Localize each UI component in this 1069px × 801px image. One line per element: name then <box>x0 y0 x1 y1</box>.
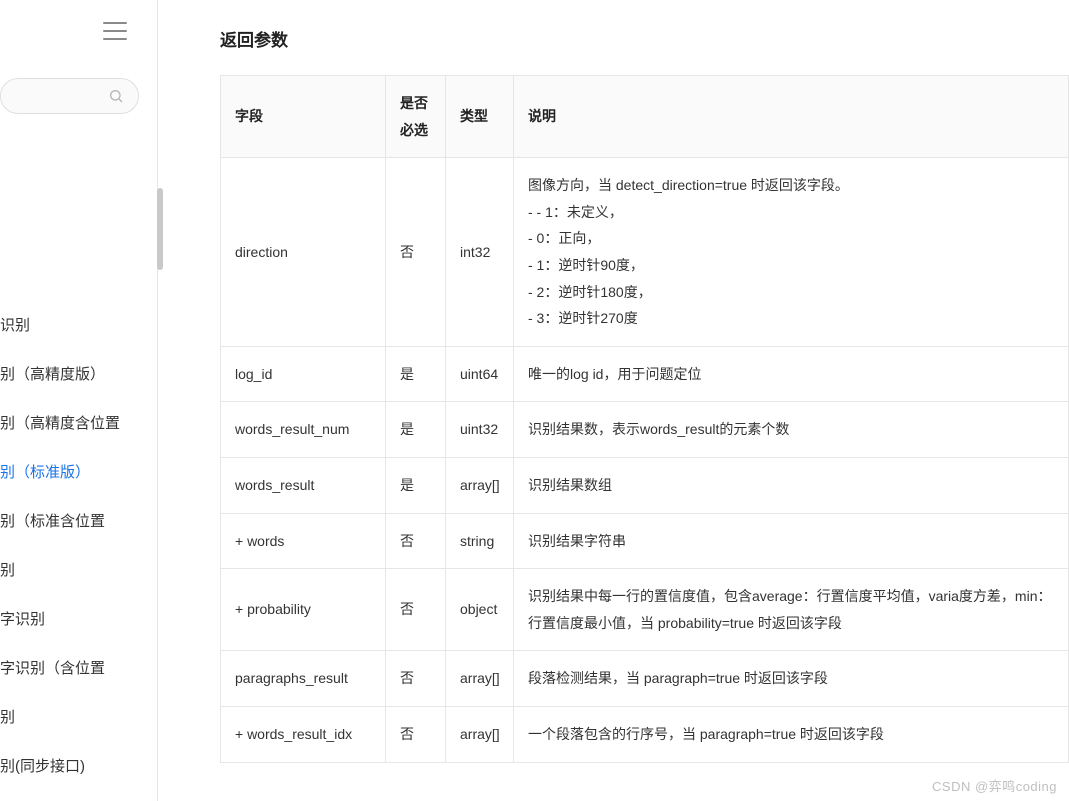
cell-desc: 一个段落包含的行序号，当 paragraph=true 时返回该字段 <box>514 706 1069 762</box>
desc-line: - - 1：未定义， <box>528 199 1054 226</box>
cell-type: array[] <box>446 706 514 762</box>
cell-desc: 识别结果数，表示words_result的元素个数 <box>514 402 1069 458</box>
cell-type: int32 <box>446 158 514 347</box>
table-row: direction否int32图像方向，当 detect_direction=t… <box>221 158 1069 347</box>
search-input[interactable] <box>0 78 139 114</box>
cell-field: + words <box>221 513 386 569</box>
cell-field: words_result <box>221 457 386 513</box>
table-body: direction否int32图像方向，当 detect_direction=t… <box>221 158 1069 762</box>
desc-line: - 2：逆时针180度， <box>528 279 1054 306</box>
desc-line: 段落检测结果，当 paragraph=true 时返回该字段 <box>528 665 1054 692</box>
sidebar-nav: 识别别（高精度版）别（高精度含位置别（标准版）别（标准含位置别字识别字识别（含位… <box>0 300 157 790</box>
cell-required: 否 <box>386 513 446 569</box>
desc-line: - 3：逆时针270度 <box>528 305 1054 332</box>
sidebar-scrollbar[interactable] <box>157 160 163 420</box>
desc-line: - 1：逆时针90度， <box>528 252 1054 279</box>
cell-type: uint32 <box>446 402 514 458</box>
table-row: + words否string 识别结果字符串 <box>221 513 1069 569</box>
sidebar-item[interactable]: 别(同步接口) <box>0 741 157 790</box>
col-desc: 说明 <box>514 76 1069 158</box>
cell-field: direction <box>221 158 386 347</box>
desc-line: 识别结果中每一行的置信度值，包含average：行置信度平均值，varia度方差… <box>528 583 1054 636</box>
cell-desc: 唯一的log id，用于问题定位 <box>514 346 1069 402</box>
sidebar: 识别别（高精度版）别（高精度含位置别（标准版）别（标准含位置别字识别字识别（含位… <box>0 0 158 801</box>
desc-line: 识别结果数，表示words_result的元素个数 <box>528 416 1054 443</box>
sidebar-item[interactable]: 别（标准版） <box>0 447 157 496</box>
sidebar-item[interactable]: 别 <box>0 692 157 741</box>
sidebar-item[interactable]: 别（高精度版） <box>0 349 157 398</box>
col-type: 类型 <box>446 76 514 158</box>
desc-line: 一个段落包含的行序号，当 paragraph=true 时返回该字段 <box>528 721 1054 748</box>
desc-line: 图像方向，当 detect_direction=true 时返回该字段。 <box>528 172 1054 199</box>
desc-line: 识别结果字符串 <box>528 528 1054 555</box>
main-content: 返回参数 字段 是否必选 类型 说明 direction否int32图像方向，当… <box>220 26 1069 801</box>
section-title: 返回参数 <box>220 26 1069 51</box>
search-icon <box>108 88 124 104</box>
cell-required: 是 <box>386 457 446 513</box>
desc-line: 识别结果数组 <box>528 472 1054 499</box>
cell-field: paragraphs_result <box>221 651 386 707</box>
cell-desc: 识别结果中每一行的置信度值，包含average：行置信度平均值，varia度方差… <box>514 569 1069 651</box>
return-params-table: 字段 是否必选 类型 说明 direction否int32图像方向，当 dete… <box>220 75 1069 763</box>
cell-required: 否 <box>386 569 446 651</box>
cell-type: array[] <box>446 651 514 707</box>
sidebar-item[interactable]: 别（高精度含位置 <box>0 398 157 447</box>
table-row: words_result是array[] 识别结果数组 <box>221 457 1069 513</box>
cell-required: 是 <box>386 402 446 458</box>
table-row: + words_result_idx否array[] 一个段落包含的行序号，当 p… <box>221 706 1069 762</box>
table-row: words_result_num是uint32 识别结果数，表示words_res… <box>221 402 1069 458</box>
sidebar-item[interactable]: 别（标准含位置 <box>0 496 157 545</box>
cell-field: + words_result_idx <box>221 706 386 762</box>
cell-desc: 识别结果字符串 <box>514 513 1069 569</box>
desc-line: - 0：正向， <box>528 225 1054 252</box>
sidebar-item[interactable]: 识别 <box>0 300 157 349</box>
col-field: 字段 <box>221 76 386 158</box>
sidebar-scrollbar-thumb[interactable] <box>157 188 163 270</box>
cell-type: object <box>446 569 514 651</box>
cell-type: uint64 <box>446 346 514 402</box>
sidebar-item[interactable]: 字识别（含位置 <box>0 643 157 692</box>
desc-line: 唯一的log id，用于问题定位 <box>528 361 1054 388</box>
table-row: log_id是uint64 唯一的log id，用于问题定位 <box>221 346 1069 402</box>
sidebar-item[interactable]: 别 <box>0 545 157 594</box>
cell-field: + probability <box>221 569 386 651</box>
cell-required: 是 <box>386 346 446 402</box>
table-row: + probability否object 识别结果中每一行的置信度值，包含aver… <box>221 569 1069 651</box>
cell-required: 否 <box>386 158 446 347</box>
cell-type: array[] <box>446 457 514 513</box>
cell-desc: 识别结果数组 <box>514 457 1069 513</box>
cell-desc: 图像方向，当 detect_direction=true 时返回该字段。- - … <box>514 158 1069 347</box>
sidebar-item[interactable]: 字识别 <box>0 594 157 643</box>
cell-desc: 段落检测结果，当 paragraph=true 时返回该字段 <box>514 651 1069 707</box>
cell-field: log_id <box>221 346 386 402</box>
cell-required: 否 <box>386 651 446 707</box>
cell-required: 否 <box>386 706 446 762</box>
cell-type: string <box>446 513 514 569</box>
cell-field: words_result_num <box>221 402 386 458</box>
hamburger-menu-icon[interactable] <box>103 22 127 40</box>
col-required: 是否必选 <box>386 76 446 158</box>
table-header-row: 字段 是否必选 类型 说明 <box>221 76 1069 158</box>
table-row: paragraphs_result否array[] 段落检测结果，当 paragr… <box>221 651 1069 707</box>
